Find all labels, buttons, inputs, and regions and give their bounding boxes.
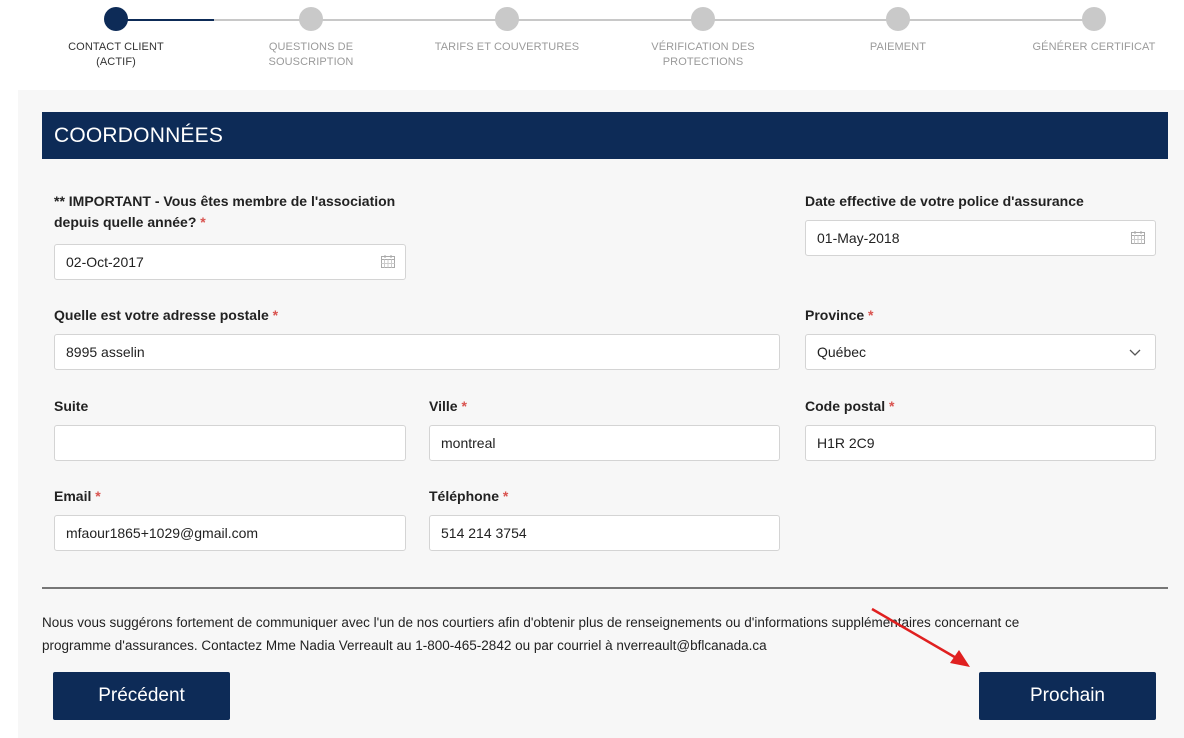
- suite-field[interactable]: [54, 425, 406, 461]
- step-verification-protections: VÉRIFICATION DES PROTECTIONS: [618, 7, 788, 70]
- step-label: TARIFS ET COUVERTURES: [434, 41, 580, 53]
- address-field[interactable]: 8995 asselin: [54, 334, 780, 370]
- step-paiement: PAIEMENT: [813, 7, 983, 55]
- member-since-label: ** IMPORTANT - Vous êtes membre de l'ass…: [54, 193, 396, 230]
- step-dot: [299, 7, 323, 31]
- calendar-icon[interactable]: [1131, 231, 1145, 244]
- email-field[interactable]: mfaour1865+1029@gmail.com: [54, 515, 406, 551]
- section-title: COORDONNÉES: [42, 112, 1168, 159]
- contact-broker-note: Nous vous suggérons fortement de communi…: [42, 615, 1020, 653]
- annotation-arrow-icon: [871, 607, 970, 667]
- step-dot: [691, 7, 715, 31]
- province-label: Province *: [805, 307, 874, 323]
- suite-label: Suite: [54, 398, 89, 414]
- required-marker: *: [200, 214, 206, 230]
- step-label: VÉRIFICATION DES PROTECTIONS: [651, 41, 755, 68]
- calendar-icon[interactable]: [381, 255, 395, 268]
- step-dot: [886, 7, 910, 31]
- required-marker: *: [889, 398, 895, 414]
- required-marker: *: [502, 488, 509, 504]
- email-label: Email *: [54, 488, 101, 504]
- required-marker: *: [272, 307, 279, 323]
- required-marker: *: [95, 488, 101, 504]
- previous-button[interactable]: Précédent: [53, 672, 230, 720]
- phone-label: Téléphone *: [429, 488, 509, 504]
- city-field[interactable]: montreal: [429, 425, 780, 461]
- required-marker: *: [868, 307, 874, 323]
- step-generer-certificat: GÉNÉRER CERTIFICAT: [1029, 7, 1159, 55]
- step-sublabel: (ACTIF): [96, 56, 136, 68]
- city-label: Ville *: [429, 398, 467, 414]
- postal-code-field[interactable]: H1R 2C9: [805, 425, 1156, 461]
- step-label: QUESTIONS DE SOUSCRIPTION: [268, 41, 354, 68]
- step-label: GÉNÉRER CERTIFICAT: [1032, 41, 1156, 53]
- step-label: CONTACT CLIENT: [68, 41, 164, 53]
- effective-date-field[interactable]: 01-May-2018: [805, 220, 1156, 256]
- chevron-down-icon: [1129, 349, 1141, 356]
- member-since-date-field[interactable]: 02-Oct-2017: [54, 244, 406, 280]
- required-marker: *: [461, 398, 467, 414]
- postal-code-label: Code postal *: [805, 398, 895, 414]
- step-dot: [495, 7, 519, 31]
- province-select[interactable]: Québec: [805, 334, 1156, 370]
- step-questions-souscription: QUESTIONS DE SOUSCRIPTION: [226, 7, 396, 70]
- phone-field[interactable]: 514 214 3754: [429, 515, 780, 551]
- progress-stepper: CONTACT CLIENT (ACTIF) QUESTIONS DE SOUSC…: [0, 0, 1184, 88]
- step-label: PAIEMENT: [869, 41, 927, 53]
- step-contact-client: CONTACT CLIENT (ACTIF): [31, 7, 201, 70]
- divider: [42, 587, 1168, 589]
- effective-date-label: Date effective de votre police d'assuran…: [805, 193, 1084, 209]
- address-label: Quelle est votre adresse postale *: [54, 307, 279, 323]
- step-tarifs-couvertures: TARIFS ET COUVERTURES: [422, 7, 592, 55]
- step-dot-active: [104, 7, 128, 31]
- next-button[interactable]: Prochain: [979, 672, 1156, 720]
- step-dot: [1082, 7, 1106, 31]
